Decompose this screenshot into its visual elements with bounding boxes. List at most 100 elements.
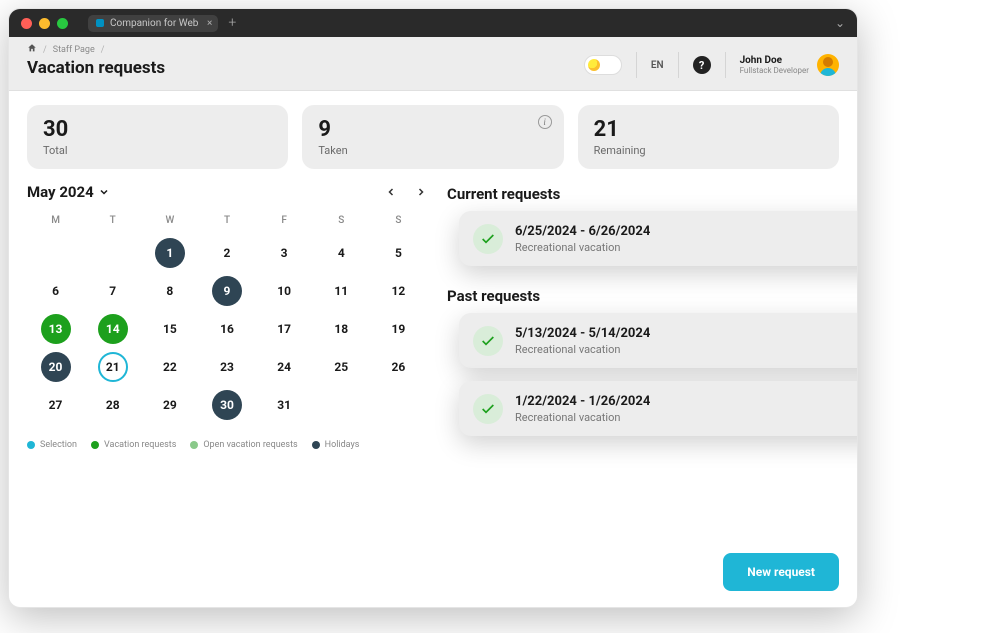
close-tab-icon[interactable]: × (207, 18, 212, 29)
calendar-day[interactable]: 24 (269, 352, 299, 382)
tab-title: Companion for Web (110, 18, 198, 29)
calendar-day[interactable]: 25 (326, 352, 356, 382)
calendar-day[interactable]: 9 (212, 276, 242, 306)
month-label: May 2024 (27, 183, 94, 201)
stat-value: 21 (594, 117, 823, 142)
weekday-label: W (141, 211, 198, 230)
request-card[interactable]: 5/13/2024 - 5/14/2024 Recreational vacat… (459, 313, 858, 368)
calendar-grid: MTWTFSS123456789101112131415161718192021… (27, 211, 427, 420)
weekday-label: M (27, 211, 84, 230)
calendar-day[interactable]: 8 (155, 276, 185, 306)
browser-window: Companion for Web × + ⌄ / Staff Page / V… (8, 8, 858, 608)
prev-month-button[interactable] (385, 186, 397, 198)
calendar-day[interactable]: 22 (155, 352, 185, 382)
calendar-day[interactable]: 26 (383, 352, 413, 382)
legend-dot-holidays (312, 441, 320, 449)
theme-toggle[interactable] (584, 55, 622, 75)
calendar-day[interactable]: 7 (98, 276, 128, 306)
calendar-day[interactable]: 15 (155, 314, 185, 344)
favicon-icon (96, 19, 104, 27)
tab-bar: Companion for Web × + (88, 15, 236, 32)
help-icon[interactable]: ? (693, 56, 711, 74)
stat-taken: 9 Taken i (302, 105, 563, 169)
request-range: 1/22/2024 - 1/26/2024 (515, 394, 858, 409)
maximize-window-icon[interactable] (57, 18, 68, 29)
request-range: 5/13/2024 - 5/14/2024 (515, 326, 858, 341)
browser-menu-icon[interactable]: ⌄ (835, 16, 845, 30)
stat-remaining: 21 Remaining (578, 105, 839, 169)
calendar-day[interactable]: 4 (326, 238, 356, 268)
breadcrumb: / Staff Page / (27, 43, 165, 56)
calendar-day[interactable]: 16 (212, 314, 242, 344)
new-tab-button[interactable]: + (228, 15, 236, 31)
language-selector[interactable]: EN (651, 60, 664, 71)
calendar-day[interactable]: 13 (41, 314, 71, 344)
info-icon[interactable]: i (538, 115, 552, 129)
calendar-day[interactable]: 12 (383, 276, 413, 306)
minimize-window-icon[interactable] (39, 18, 50, 29)
chevron-down-icon (98, 186, 110, 198)
home-icon[interactable] (27, 43, 37, 56)
stat-label: Total (43, 144, 272, 157)
user-role: Fullstack Developer (740, 66, 809, 75)
calendar-day[interactable]: 1 (155, 238, 185, 268)
past-requests-title: Past requests (447, 287, 839, 305)
stat-label: Taken (318, 144, 547, 157)
calendar-day[interactable]: 18 (326, 314, 356, 344)
weekday-label: F (256, 211, 313, 230)
next-month-button[interactable] (415, 186, 427, 198)
calendar-day[interactable]: 14 (98, 314, 128, 344)
calendar-day[interactable]: 20 (41, 352, 71, 382)
calendar-day[interactable]: 30 (212, 390, 242, 420)
new-request-button[interactable]: New request (723, 553, 839, 591)
stat-label: Remaining (594, 144, 823, 157)
check-icon (473, 224, 503, 254)
weekday-label: S (370, 211, 427, 230)
calendar-day[interactable]: 6 (41, 276, 71, 306)
window-controls (21, 18, 68, 29)
calendar-day[interactable]: 31 (269, 390, 299, 420)
user-menu[interactable]: John Doe Fullstack Developer (740, 54, 839, 76)
browser-tab[interactable]: Companion for Web × (88, 15, 218, 32)
page-title: Vacation requests (27, 58, 165, 78)
calendar-legend: Selection Vacation requests Open vacatio… (27, 440, 427, 450)
current-requests-title: Current requests (447, 185, 839, 203)
calendar-day[interactable]: 17 (269, 314, 299, 344)
calendar: May 2024 MTWTFSS12345678910 (27, 183, 427, 593)
calendar-day[interactable]: 2 (212, 238, 242, 268)
calendar-day[interactable]: 5 (383, 238, 413, 268)
stat-value: 30 (43, 117, 272, 142)
browser-chrome: Companion for Web × + ⌄ (9, 9, 857, 37)
avatar (817, 54, 839, 76)
month-selector[interactable]: May 2024 (27, 183, 110, 201)
calendar-day[interactable]: 19 (383, 314, 413, 344)
calendar-day[interactable]: 11 (326, 276, 356, 306)
request-type: Recreational vacation (515, 411, 858, 424)
calendar-day[interactable]: 28 (98, 390, 128, 420)
request-type: Recreational vacation (515, 241, 858, 254)
close-window-icon[interactable] (21, 18, 32, 29)
legend-dot-open (190, 441, 198, 449)
user-name: John Doe (740, 55, 809, 66)
weekday-label: T (198, 211, 255, 230)
weekday-label: T (84, 211, 141, 230)
request-card[interactable]: 1/22/2024 - 1/26/2024 Recreational vacat… (459, 381, 858, 436)
calendar-day[interactable]: 3 (269, 238, 299, 268)
check-icon (473, 394, 503, 424)
request-type: Recreational vacation (515, 343, 858, 356)
calendar-day[interactable]: 29 (155, 390, 185, 420)
breadcrumb-staff[interactable]: Staff Page (53, 45, 95, 55)
calendar-day[interactable]: 10 (269, 276, 299, 306)
legend-dot-vacation (91, 441, 99, 449)
weekday-label: S (313, 211, 370, 230)
calendar-day[interactable]: 23 (212, 352, 242, 382)
request-range: 6/25/2024 - 6/26/2024 (515, 224, 858, 239)
check-icon (473, 326, 503, 356)
calendar-day[interactable]: 21 (98, 352, 128, 382)
stats-row: 30 Total 9 Taken i 21 Remaining (9, 91, 857, 183)
calendar-day[interactable]: 27 (41, 390, 71, 420)
legend-dot-selection (27, 441, 35, 449)
stat-total: 30 Total (27, 105, 288, 169)
app-header: / Staff Page / Vacation requests EN ? Jo… (9, 37, 857, 91)
request-card[interactable]: 6/25/2024 - 6/26/2024 Recreational vacat… (459, 211, 858, 266)
